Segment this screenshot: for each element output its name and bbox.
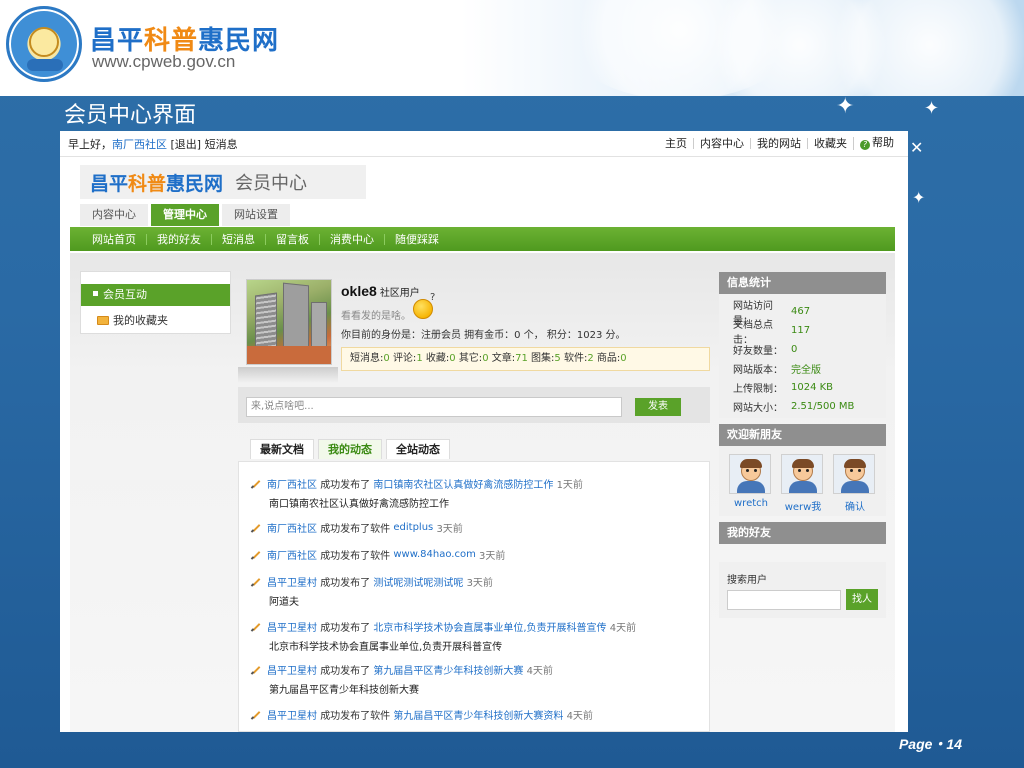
slide-header: 昌平科普惠民网 www.cpweb.gov.cn: [0, 0, 1024, 96]
pencil-icon: [251, 710, 261, 720]
activity-feed: 南厂西社区 成功发布了 南口镇南农社区认真做好禽流感防控工作 1天前 南口镇南农…: [238, 461, 710, 732]
avatar-shadow: [238, 367, 338, 383]
sparkle-icon: ✦: [836, 94, 855, 119]
friend-card[interactable]: werw我: [781, 454, 825, 513]
subnav-home[interactable]: 网站首页: [82, 234, 146, 245]
folder-icon: [97, 315, 109, 325]
greeting: 早上好，南厂西社区 [退出] 短消息: [68, 137, 238, 151]
list-item: 昌平卫星村 成功发布了 第九届昌平区青少年科技创新大赛 4天前 第九届昌平区青少…: [251, 662, 553, 696]
my-friends-header: 我的好友: [719, 522, 886, 544]
list-item: 南厂西社区 成功发布了软件 www.84hao.com 3天前: [251, 547, 505, 562]
cloud-decoration: [820, 0, 1024, 96]
slide-title: 会员中心界面: [64, 103, 197, 128]
help-icon: ?: [860, 140, 870, 150]
username: okle8 社区用户: [341, 283, 420, 299]
menu-member-interaction[interactable]: 会员互动: [81, 284, 230, 306]
subnav-browse[interactable]: 随便踩踩: [384, 233, 449, 245]
stats-strip: 短消息:0 评论:1 收藏:0 其它:0 文章:71 图集:5 软件:2 商品:…: [341, 347, 710, 371]
sparkle-icon: ✕: [910, 138, 924, 157]
friend-card[interactable]: 确认: [833, 454, 877, 513]
menu-my-favorites[interactable]: 我的收藏夹: [97, 312, 168, 328]
info-row: 好友数量： 0: [733, 344, 798, 357]
sparkle-icon: ✦: [912, 188, 926, 207]
feed-tabs: 最新文档 我的动态 全站动态: [250, 439, 454, 459]
tab-my-activity[interactable]: 我的动态: [318, 439, 382, 459]
tab-management-center[interactable]: 管理中心: [151, 204, 219, 226]
brand-url: www.cpweb.gov.cn: [92, 52, 236, 71]
status-text: 看看发的是啥。: [341, 311, 411, 322]
top-link-mysite[interactable]: 我的网站: [750, 138, 807, 149]
subnav-messages[interactable]: 短消息: [211, 233, 265, 245]
top-bar: 早上好，南厂西社区 [退出] 短消息 主页 内容中心 我的网站 收藏夹 ? 帮助: [60, 131, 908, 157]
pencil-icon: [251, 550, 261, 560]
pencil-icon: [251, 523, 261, 533]
top-links: 主页 内容中心 我的网站 收藏夹 ? 帮助: [659, 137, 900, 150]
left-menu: 会员互动 我的收藏夹: [80, 271, 231, 334]
smiley-icon: [413, 292, 435, 319]
subnav-consumption[interactable]: 消费中心: [319, 233, 384, 245]
tab-latest-docs[interactable]: 最新文档: [250, 439, 314, 459]
logout-link[interactable]: [退出]: [171, 138, 202, 151]
site-logo: 昌平 科普 惠民网 会员中心: [80, 165, 366, 199]
search-user-input[interactable]: [727, 590, 841, 610]
info-row: 网站大小： 2.51/500 MB: [733, 401, 855, 414]
site-seal-logo: [6, 6, 82, 82]
friend-avatar: [833, 454, 875, 494]
list-item: 南厂西社区 成功发布了 南口镇南农社区认真做好禽流感防控工作 1天前 南口镇南农…: [251, 476, 583, 510]
list-item: 南厂西社区 成功发布了软件 editplus 3天前: [251, 520, 463, 535]
info-row: 文档总点击： 117: [733, 319, 811, 346]
top-link-home[interactable]: 主页: [659, 138, 693, 149]
sparkle-icon: ✦: [924, 98, 940, 119]
post-button[interactable]: 发表: [635, 398, 681, 416]
sub-navigation: 网站首页 我的好友 短消息 留言板 消费中心 随便踩踩: [70, 227, 895, 251]
top-link-content[interactable]: 内容中心: [693, 138, 750, 149]
friend-avatar: [781, 454, 823, 494]
messages-link[interactable]: 短消息: [205, 138, 238, 151]
top-link-help[interactable]: ? 帮助: [853, 137, 900, 150]
friend-card[interactable]: wretch: [729, 454, 773, 509]
main-tabs: 内容中心 管理中心 网站设置: [80, 204, 293, 226]
identity-text: 你目前的身份是：注册会员 拥有金币：0 个， 积分：1023 分。: [341, 330, 626, 341]
pencil-icon: [251, 622, 261, 632]
new-friends-header: 欢迎新朋友: [719, 424, 886, 446]
search-user-button[interactable]: 找人: [846, 589, 878, 610]
new-friends-box: wretch werw我 确认: [719, 446, 886, 516]
member-center-screenshot: 早上好，南厂西社区 [退出] 短消息 主页 内容中心 我的网站 收藏夹 ? 帮助 …: [60, 131, 908, 732]
pencil-icon: [251, 577, 261, 587]
subnav-guestbook[interactable]: 留言板: [265, 233, 319, 245]
user-avatar[interactable]: [246, 279, 332, 365]
post-input[interactable]: 来,说点啥吧...: [246, 397, 622, 417]
list-item: 昌平卫星村 成功发布了软件 第九届昌平区青少年科技创新大赛资料 4天前: [251, 707, 593, 722]
tab-site-settings[interactable]: 网站设置: [222, 204, 290, 226]
top-link-favorites[interactable]: 收藏夹: [807, 138, 853, 149]
info-row: 网站版本： 完全版: [733, 365, 821, 376]
tab-content-center[interactable]: 内容中心: [80, 204, 148, 226]
search-label: 搜索用户: [727, 575, 767, 586]
friend-avatar: [729, 454, 771, 494]
user-link[interactable]: 南厂西社区: [112, 138, 167, 151]
post-area: 来,说点啥吧... 发表: [238, 387, 710, 423]
list-item: 昌平卫星村 成功发布了 北京市科学技术协会直属事业单位,负责开展科普宣传 4天前…: [251, 619, 636, 653]
tab-site-activity[interactable]: 全站动态: [386, 439, 450, 459]
pencil-icon: [251, 665, 261, 675]
info-stats-box: 网站访问量： 467 文档总点击： 117 好友数量： 0 网站版本： 完全版 上传限制…: [719, 294, 886, 418]
search-user-box: 搜索用户 找人: [719, 562, 886, 618]
info-stats-header: 信息统计: [719, 272, 886, 294]
subnav-friends[interactable]: 我的好友: [146, 233, 211, 245]
pencil-icon: [251, 479, 261, 489]
page-number: Page・14: [898, 736, 962, 752]
list-item: 昌平卫星村 成功发布了 测试呢测试呢测试呢 3天前 阿道夫: [251, 574, 493, 608]
info-row: 上传限制： 1024 KB: [733, 382, 834, 395]
